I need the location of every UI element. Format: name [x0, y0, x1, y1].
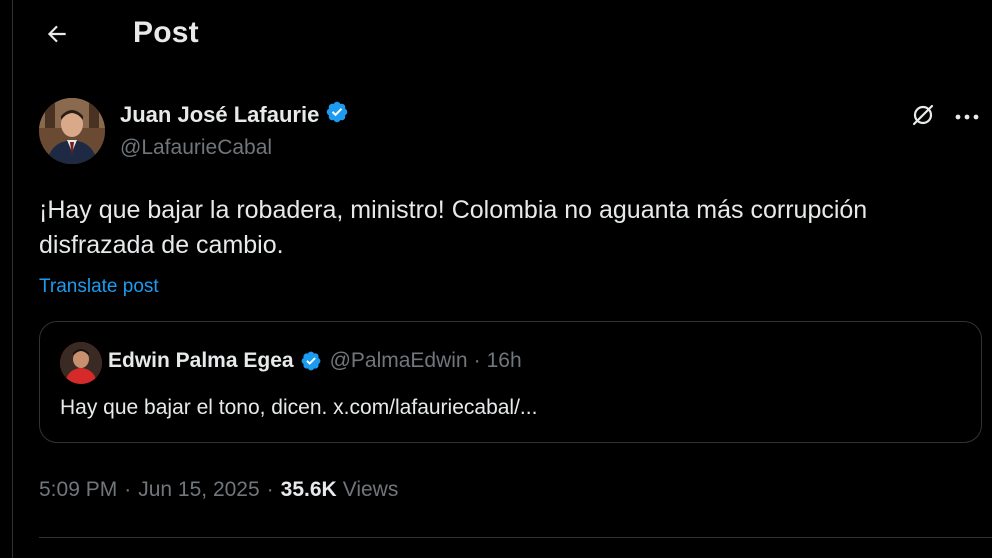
divider: [39, 537, 992, 538]
more-horizontal-icon: [954, 108, 980, 126]
meta-separator: ·: [266, 478, 274, 501]
grok-button[interactable]: [907, 101, 939, 133]
quote-header: Edwin Palma Egea @PalmaEdwin · 16h: [108, 349, 522, 373]
quote-author-name: Edwin Palma Egea: [108, 349, 294, 372]
verified-badge-icon[interactable]: [325, 100, 349, 130]
author-name-row[interactable]: Juan José Lafaurie: [120, 100, 349, 130]
author-handle[interactable]: @LafaurieCabal: [120, 136, 272, 160]
more-button[interactable]: [949, 101, 985, 133]
quote-separator: ·: [473, 349, 481, 372]
avatar-photo: [39, 98, 105, 164]
post-text: ¡Hay que bajar la robadera, ministro! Co…: [39, 196, 868, 259]
quote-avatar-photo: [60, 342, 102, 384]
post-meta: 5:09 PM · Jun 15, 2025 · 35.6K Views: [39, 478, 398, 502]
page-header: Post: [13, 0, 992, 68]
verified-badge-icon: [300, 350, 322, 372]
post-date[interactable]: Jun 15, 2025: [138, 478, 259, 502]
quoted-post-card[interactable]: Edwin Palma Egea @PalmaEdwin · 16h Hay q…: [39, 321, 982, 443]
avatar[interactable]: [39, 98, 105, 164]
meta-separator: ·: [124, 478, 132, 501]
quote-author-handle: @PalmaEdwin: [329, 349, 468, 372]
quote-timestamp: 16h: [486, 349, 522, 372]
arrow-left-icon: [44, 21, 70, 52]
timeline-column: Post Juan José Lafaurie @LafaurieCabal ¡…: [12, 0, 992, 558]
post-time[interactable]: 5:09 PM: [39, 478, 117, 502]
quote-avatar: [60, 342, 102, 384]
grok-icon: [909, 101, 937, 134]
back-button[interactable]: [39, 18, 75, 54]
translate-post-link[interactable]: Translate post: [39, 276, 159, 298]
page-title: Post: [133, 16, 199, 49]
quote-text: Hay que bajar el tono, dicen. x.com/lafa…: [60, 396, 538, 419]
author-name[interactable]: Juan José Lafaurie: [120, 102, 319, 128]
views-label: Views: [342, 478, 399, 501]
views-count: 35.6K: [280, 478, 337, 501]
